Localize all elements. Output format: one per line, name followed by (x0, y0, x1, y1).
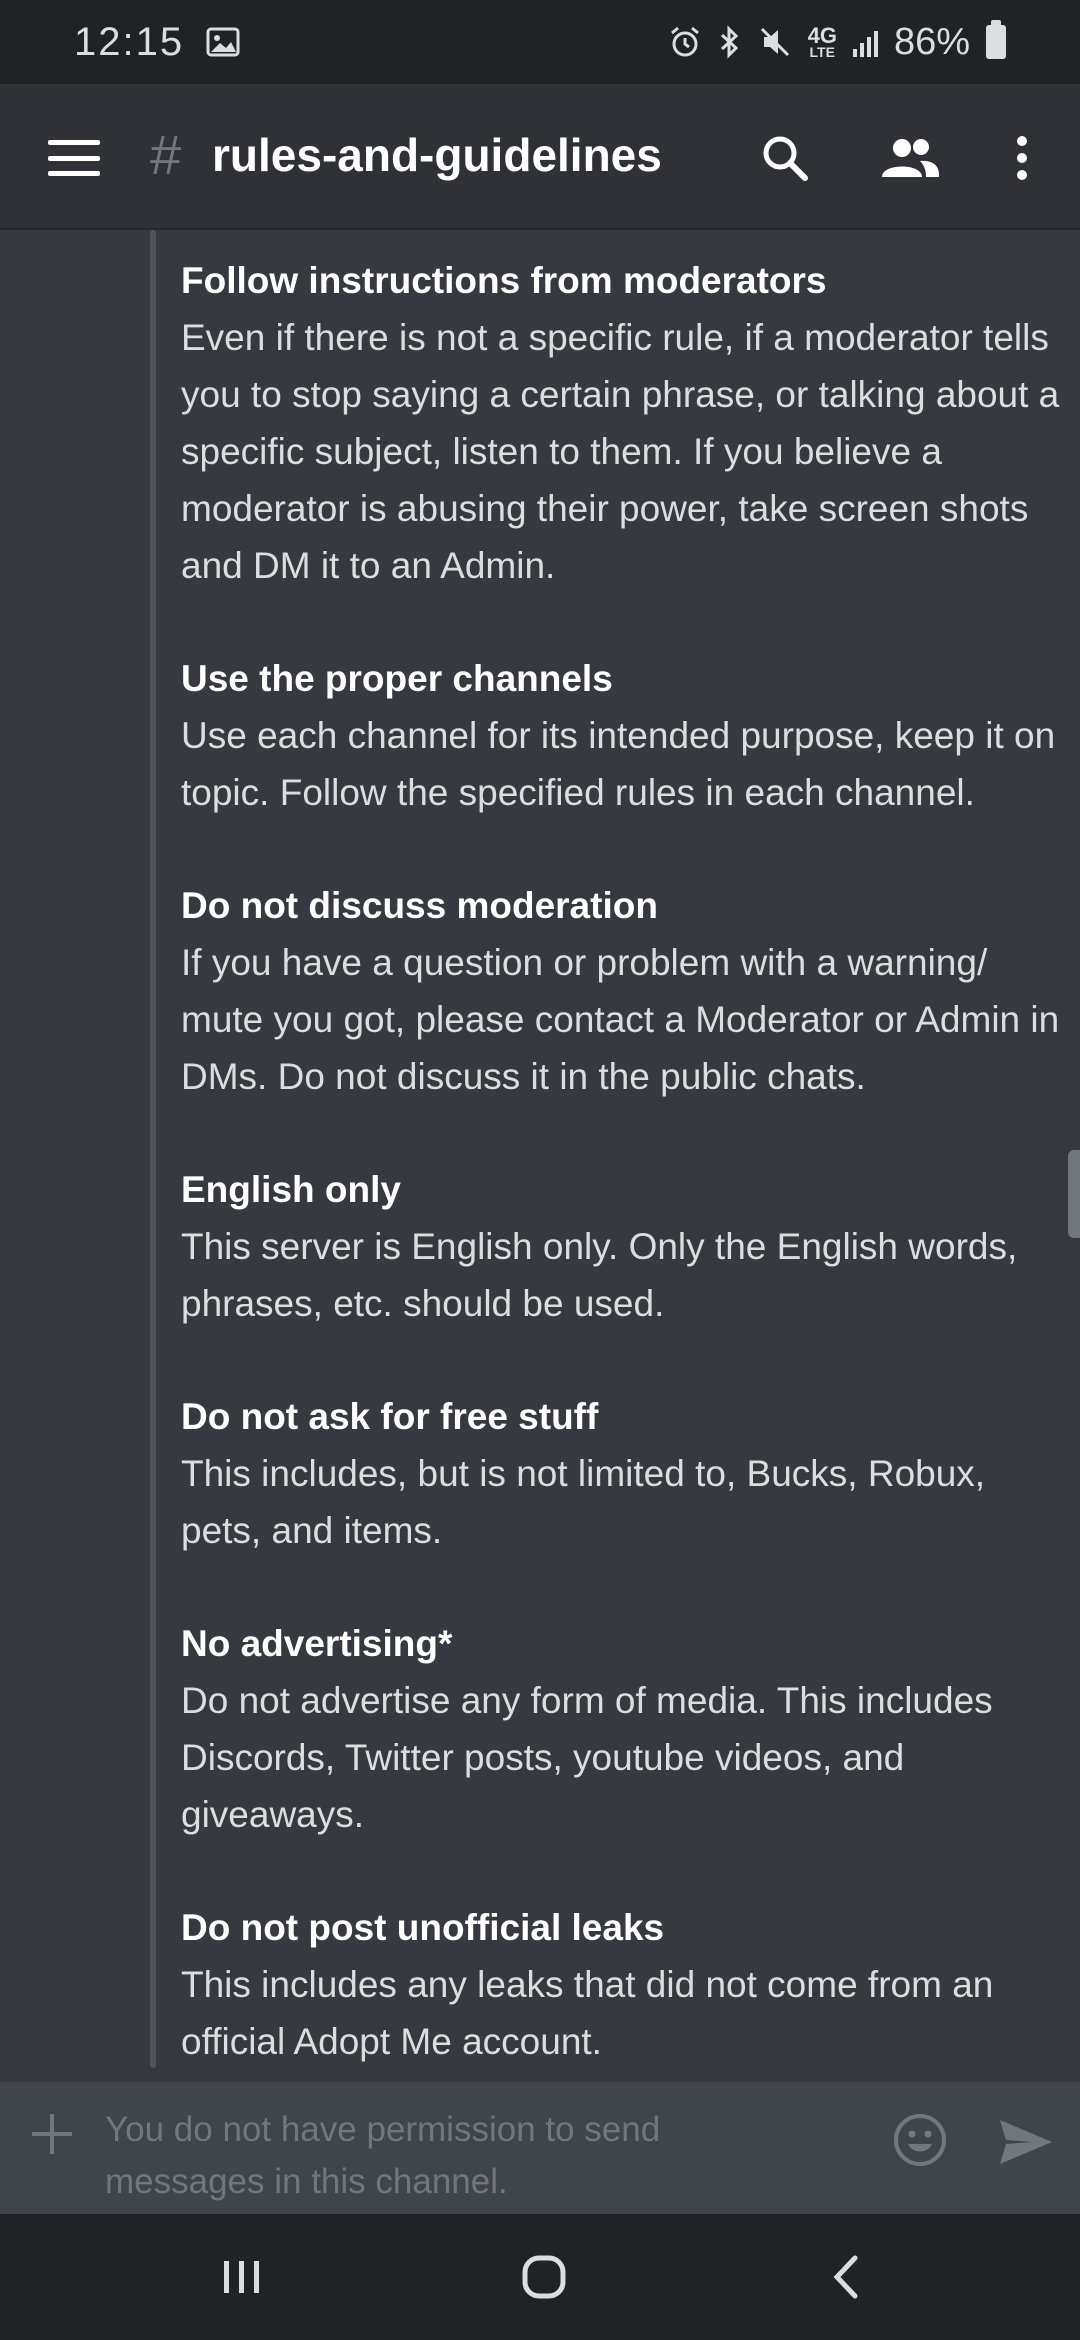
home-icon[interactable] (514, 2252, 574, 2302)
mute-icon (758, 25, 792, 59)
rules-list: Follow instructions from moderators Even … (181, 252, 1061, 2082)
system-navigation-bar (0, 2214, 1080, 2340)
alarm-icon (668, 25, 702, 59)
rule-title: No advertising* (181, 1623, 453, 1664)
recents-icon[interactable] (212, 2252, 272, 2302)
more-vertical-icon[interactable] (992, 128, 1052, 188)
network-indicator: 4G LTE (807, 23, 837, 60)
rule-title: Do not discuss moderation (181, 885, 658, 926)
scrollbar-thumb[interactable] (1068, 1150, 1080, 1238)
rule-item: Follow instructions from moderators Even … (181, 252, 1061, 594)
battery-percentage: 86% (893, 20, 970, 63)
message-input-placeholder: You do not have permission to send messa… (105, 2110, 661, 2201)
back-icon[interactable] (816, 2252, 876, 2302)
rule-item: Do not post unofficial leaks This include… (181, 1899, 1061, 2070)
rule-title: Do not ask for free stuff (181, 1396, 599, 1437)
channel-title: rules-and-guidelines (212, 129, 662, 181)
channel-hash-icon: # (150, 123, 182, 186)
hamburger-menu-icon[interactable] (48, 140, 100, 176)
quote-bar (150, 230, 156, 2068)
network-type: 4G (807, 23, 837, 48)
battery-icon (986, 20, 1006, 59)
rule-body: This server is English only. Only the En… (181, 1226, 1018, 1324)
rule-title: English only (181, 1169, 401, 1210)
search-icon[interactable] (755, 128, 815, 188)
gallery-notification-icon (206, 27, 240, 57)
rule-body: This includes, but is not limited to, Bu… (181, 1453, 986, 1551)
rule-item: No advertising* Do not advertise any form… (181, 1615, 1061, 1843)
status-right: 4G LTE 86% (668, 20, 1006, 64)
rule-body: This includes any leaks that did not com… (181, 1964, 994, 2062)
rule-body: Use each channel for its intended purpos… (181, 715, 1056, 813)
status-time: 12:15 (74, 19, 185, 64)
rule-item: Do not discuss moderation If you have a q… (181, 877, 1061, 1105)
rule-body: Do not advertise any form of media. This… (181, 1680, 993, 1835)
message-input-bar: You do not have permission to send messa… (0, 2082, 1080, 2214)
signal-strength-icon (852, 27, 878, 57)
rule-item: Use the proper channels Use each channel … (181, 650, 1061, 821)
discord-channel-screen: 12:15 4G LTE 86% # rules-and-guidelines … (0, 0, 1080, 2340)
rule-body: If you have a question or problem with a… (181, 942, 1060, 1097)
emoji-icon[interactable] (892, 2112, 948, 2168)
rule-title: Follow instructions from moderators (181, 260, 827, 301)
rule-item: Do not ask for free stuff This includes, … (181, 1388, 1061, 1559)
status-bar: 12:15 4G LTE 86% (0, 0, 1080, 84)
rule-title: Use the proper channels (181, 658, 613, 699)
network-subtype: LTE (809, 44, 835, 60)
rule-title: Do not post unofficial leaks (181, 1907, 665, 1948)
status-left: 12:15 (74, 20, 240, 65)
rule-item: English only This server is English only.… (181, 1161, 1061, 1332)
send-icon[interactable] (996, 2112, 1056, 2172)
members-icon[interactable] (880, 128, 940, 188)
rule-body: Even if there is not a specific rule, if… (181, 317, 1060, 586)
bluetooth-icon (718, 25, 742, 59)
plus-icon[interactable] (30, 2112, 74, 2156)
message-content[interactable]: Follow instructions from moderators Even … (0, 230, 1080, 2082)
channel-header: # rules-and-guidelines (0, 84, 1080, 230)
